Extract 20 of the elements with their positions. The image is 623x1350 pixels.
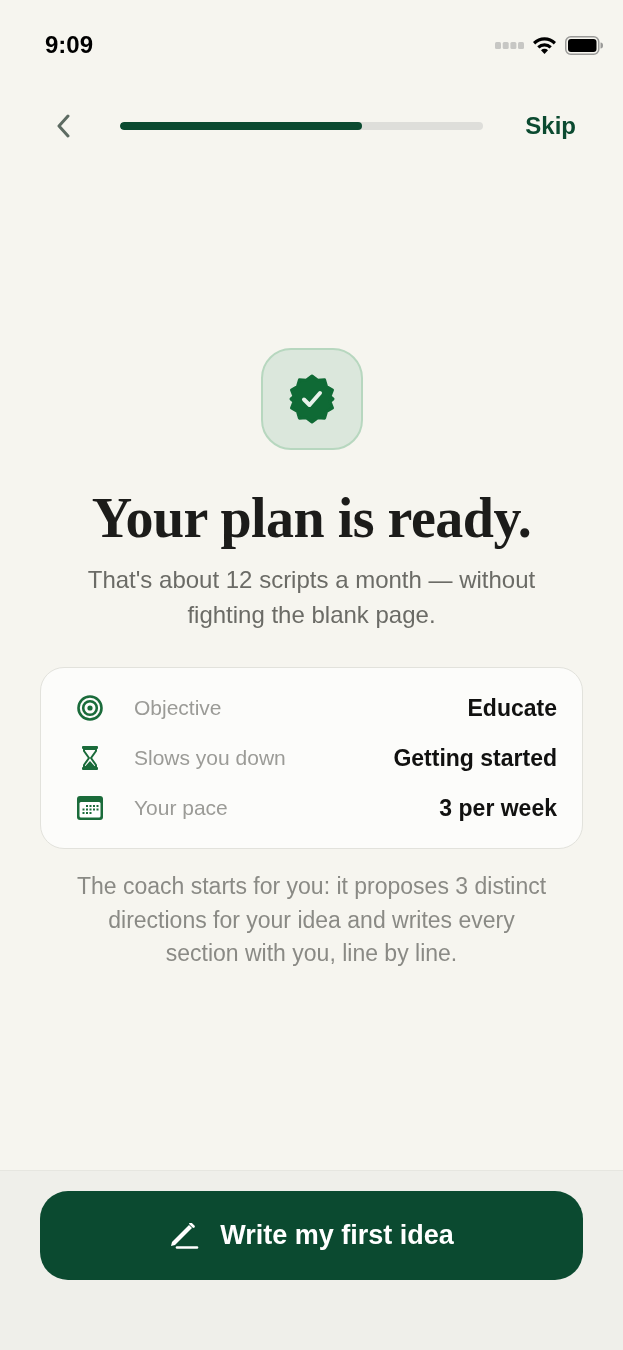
summary-value: Getting started (393, 743, 557, 773)
summary-label: Objective (134, 695, 222, 722)
summary-value: Educate (467, 693, 557, 723)
summary-value: 3 per week (439, 793, 557, 823)
wifi-icon (532, 36, 557, 54)
calendar-icon (77, 796, 103, 820)
battery-icon (565, 35, 603, 55)
subtitle: That's about 12 scripts a month — without fighting the blank page. (86, 565, 537, 630)
summary-label: Your pace (134, 795, 228, 822)
signal-icon (495, 41, 524, 49)
target-icon (77, 695, 103, 721)
skip-button[interactable]: Skip (525, 108, 576, 144)
summary-label: Slows you down (134, 745, 286, 772)
status-time: 9:09 (45, 30, 94, 60)
pencil-icon (169, 1222, 200, 1249)
title: Your plan is ready. (91, 486, 532, 550)
coach-description: The coach starts for you: it proposes 3 distinct directions for your idea and writes every section with you, line by line. (75, 872, 548, 968)
write-first-idea-button[interactable]: Write my first idea (40, 1191, 583, 1280)
chevron-left-icon (56, 114, 70, 138)
hourglass-icon (81, 746, 99, 770)
